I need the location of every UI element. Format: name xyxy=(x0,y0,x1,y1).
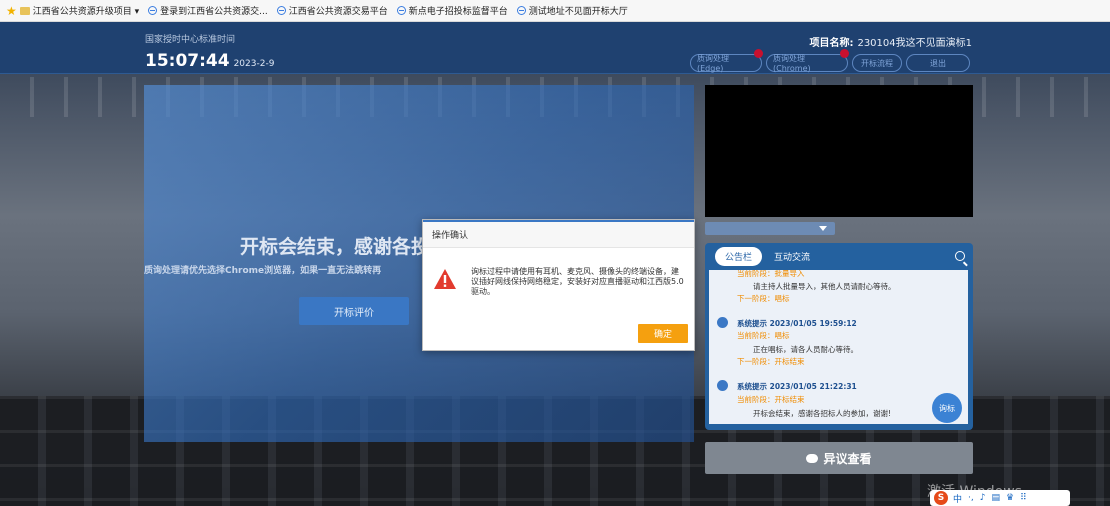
inquiry-edge-button[interactable]: 质询处理(Edge) xyxy=(690,49,763,73)
header: 国家授时中心标准时间 15:07:44 2023-2-9 项目名称: 230104我… xyxy=(0,22,1110,74)
entry-title: 系统提示 2023/01/05 21:22:31 xyxy=(737,382,857,391)
ime-mode[interactable]: 中 xyxy=(953,492,962,505)
globe-icon xyxy=(516,6,526,15)
microphone-icon[interactable]: ♪ xyxy=(980,493,986,503)
entry-text: 开标会结束，感谢各招标人的参加，谢谢! xyxy=(753,409,892,418)
entry-next: 下一阶段：唱标 xyxy=(737,294,790,303)
entry-stage: 当前阶段：批量导入 xyxy=(737,270,805,278)
message-feed[interactable]: 当前阶段：批量导入 请主持人批量导入，其他人员请耐心等待。 下一阶段：唱标 系统… xyxy=(709,270,968,424)
opening-process-button[interactable]: 开标流程 xyxy=(852,54,902,72)
bulletin-board: 公告栏 互动交流 当前阶段：批量导入 请主持人批量导入，其他人员请耐心等待。 下… xyxy=(705,243,973,430)
video-player[interactable] xyxy=(705,85,973,217)
avatar xyxy=(717,317,728,328)
entry-text: 正在唱标，请各人员耐心等待。 xyxy=(753,345,858,354)
chat-icon xyxy=(806,453,819,463)
entry-stage: 当前阶段：开标结束 xyxy=(737,395,805,404)
sogou-icon[interactable]: S xyxy=(934,491,948,505)
dialog-message: 询标过程中请使用有耳机、麦克风、摄像头的终端设备，建议插好网线保持网络稳定，安装… xyxy=(471,267,684,296)
inquiry-chrome-button[interactable]: 质询处理(Chrome) xyxy=(766,49,849,73)
tab-bulletin[interactable]: 公告栏 xyxy=(715,247,763,266)
keyboard-icon[interactable]: ▤ xyxy=(992,493,1001,503)
tab-interaction[interactable]: 互动交流 xyxy=(774,250,810,263)
dispute-view-button[interactable]: 异议查看 xyxy=(705,442,973,474)
entry-next: 下一阶段：开标结束 xyxy=(737,357,805,366)
bookmark-item[interactable]: 测试地址不见面开标大厅 xyxy=(516,4,628,17)
globe-icon xyxy=(148,6,158,15)
notification-dot xyxy=(754,49,763,58)
warning-icon xyxy=(434,269,456,289)
project-title: 项目名称: 230104我这不见面演标1 xyxy=(809,38,972,49)
folder-icon xyxy=(19,6,30,15)
entry-stage: 当前阶段：唱标 xyxy=(737,331,790,340)
bookmark-item[interactable]: 江西省公共资源升级项目 ▾ xyxy=(33,4,139,17)
chevron-down-icon xyxy=(819,226,827,231)
confirm-button[interactable]: 确定 xyxy=(638,324,688,343)
globe-icon xyxy=(396,6,406,15)
entry-text: 请主持人批量导入，其他人员请耐心等待。 xyxy=(753,282,896,291)
confirm-dialog: 操作确认 询标过程中请使用有耳机、麦克风、摄像头的终端设备，建议插好网线保持网络… xyxy=(422,219,695,351)
query-button[interactable]: 询标 xyxy=(932,393,962,423)
search-icon[interactable] xyxy=(955,251,965,261)
globe-icon xyxy=(276,6,286,15)
board-tabs: 公告栏 互动交流 xyxy=(705,243,973,270)
clock: 15:07:44 2023-2-9 xyxy=(145,51,275,71)
video-source-select[interactable] xyxy=(705,222,835,235)
notification-dot xyxy=(840,49,849,58)
stage-title: 开标会结束，感谢各投 xyxy=(240,236,431,258)
stage-notice: 质询处理请优先选择Chrome浏览器，如果一直无法跳转再 xyxy=(144,266,382,276)
header-buttons: 质询处理(Edge) 质询处理(Chrome) 开标流程 退出 xyxy=(690,49,974,73)
avatar xyxy=(717,380,728,391)
page: ★ 江西省公共资源升级项目 ▾ 登录到江西省公共资源交... 江西省公共资源交易… xyxy=(0,0,1110,506)
star-icon[interactable]: ★ xyxy=(6,4,17,18)
entry-title: 系统提示 2023/01/05 19:59:12 xyxy=(737,319,857,328)
date: 2023-2-9 xyxy=(233,59,275,69)
punctuation-icon[interactable]: ·, xyxy=(968,493,974,503)
exit-button[interactable]: 退出 xyxy=(906,54,970,72)
ime-toolbar[interactable]: S 中 ·, ♪ ▤ ♛ ⠿ xyxy=(930,490,1070,506)
skin-icon[interactable]: ♛ xyxy=(1006,493,1014,503)
bookmark-item[interactable]: 江西省公共资源交易平台 xyxy=(276,4,388,17)
menu-icon[interactable]: ⠿ xyxy=(1020,493,1027,503)
evaluation-button[interactable]: 开标评价 xyxy=(299,297,409,325)
bookmarks-bar: ★ 江西省公共资源升级项目 ▾ 登录到江西省公共资源交... 江西省公共资源交易… xyxy=(0,0,1110,22)
dialog-title: 操作确认 xyxy=(423,220,694,248)
time-source-label: 国家授时中心标准时间 xyxy=(145,35,236,45)
bookmark-item[interactable]: 新点电子招投标监督平台 xyxy=(396,4,508,17)
bookmark-item[interactable]: 登录到江西省公共资源交... xyxy=(148,4,268,17)
